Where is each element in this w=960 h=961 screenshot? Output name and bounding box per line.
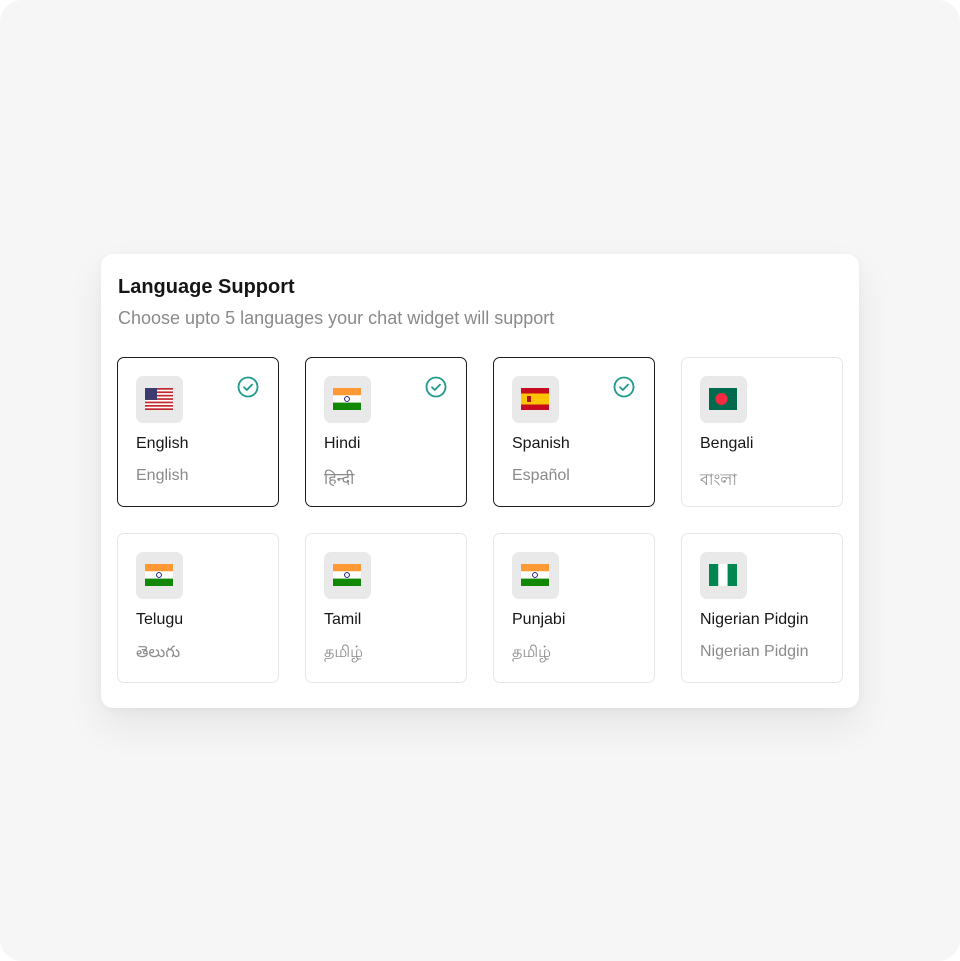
language-support-panel: Language Support Choose upto 5 languages… <box>101 254 859 708</box>
language-native-name: हिन्दी <box>324 471 355 488</box>
us-flag-icon <box>145 388 173 410</box>
flag-tile <box>136 552 183 599</box>
check-icon <box>237 376 259 398</box>
flag-tile <box>136 376 183 423</box>
language-native-name: বাংলা <box>700 472 737 489</box>
flag-tile <box>700 552 747 599</box>
language-name: Punjabi <box>512 611 566 628</box>
check-icon <box>613 376 635 398</box>
india-flag-icon <box>333 388 361 410</box>
language-card-telugu[interactable]: Telugu తెలుగు <box>117 533 279 683</box>
page-background: Language Support Choose upto 5 languages… <box>0 0 960 961</box>
spain-flag-icon <box>521 388 549 410</box>
india-flag-icon <box>333 564 361 586</box>
language-name: Spanish <box>512 435 570 452</box>
flag-tile <box>324 376 371 423</box>
language-name: English <box>136 435 189 452</box>
language-native-name: தமிழ் <box>324 644 364 661</box>
flag-tile <box>324 552 371 599</box>
language-card-hindi[interactable]: Hindi हिन्दी <box>305 357 467 507</box>
language-name: Hindi <box>324 435 361 452</box>
language-card-tamil[interactable]: Tamil தமிழ் <box>305 533 467 683</box>
language-card-spanish[interactable]: Spanish Español <box>493 357 655 507</box>
nigeria-flag-icon <box>709 564 737 586</box>
language-native-name: Nigerian Pidgin <box>700 643 809 660</box>
language-name: Bengali <box>700 435 754 452</box>
language-card-punjabi[interactable]: Punjabi தமிழ் <box>493 533 655 683</box>
flag-tile <box>700 376 747 423</box>
language-card-nigerian-pidgin[interactable]: Nigerian Pidgin Nigerian Pidgin <box>681 533 843 683</box>
panel-subtitle: Choose upto 5 languages your chat widget… <box>118 308 555 328</box>
language-native-name: తెలుగు <box>136 644 181 661</box>
language-native-name: English <box>136 467 189 484</box>
india-flag-icon <box>521 564 549 586</box>
panel-title: Language Support <box>118 276 295 298</box>
language-native-name: தமிழ் <box>512 644 552 661</box>
flag-tile <box>512 552 559 599</box>
language-name: Tamil <box>324 611 362 628</box>
language-card-bengali[interactable]: Bengali বাংলা <box>681 357 843 507</box>
language-card-english[interactable]: English English <box>117 357 279 507</box>
flag-tile <box>512 376 559 423</box>
language-name: Telugu <box>136 611 184 628</box>
india-flag-icon <box>145 564 173 586</box>
check-icon <box>425 376 447 398</box>
language-native-name: Español <box>512 467 570 484</box>
bangladesh-flag-icon <box>709 388 737 410</box>
language-name: Nigerian Pidgin <box>700 611 809 628</box>
